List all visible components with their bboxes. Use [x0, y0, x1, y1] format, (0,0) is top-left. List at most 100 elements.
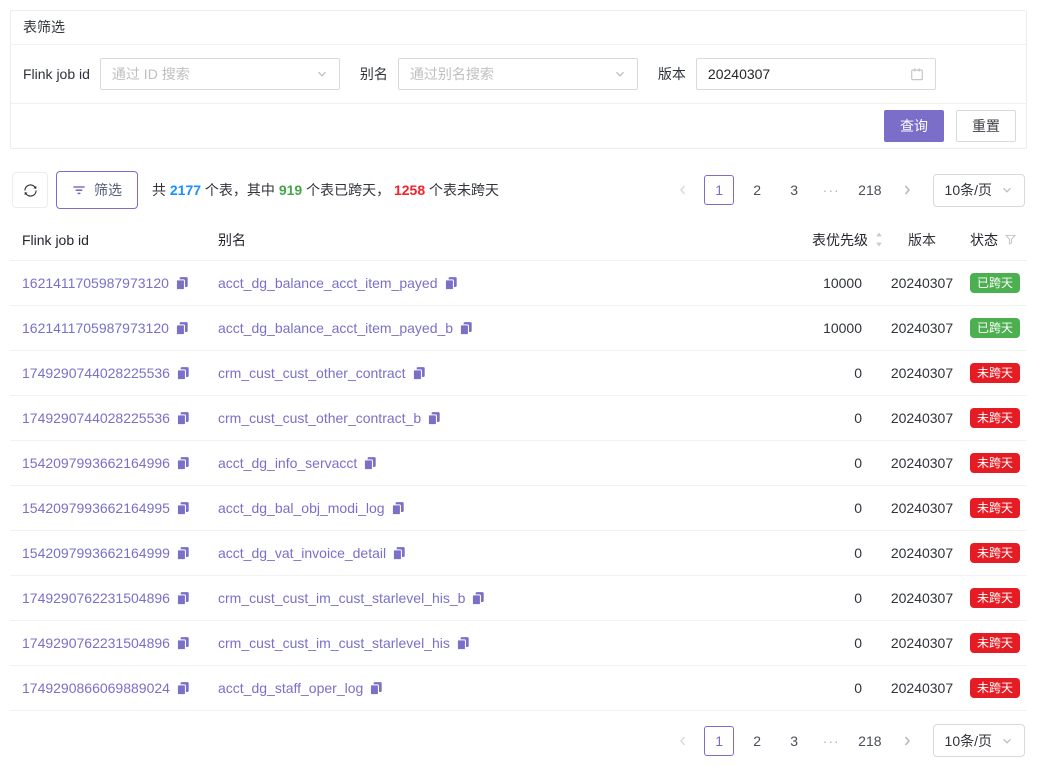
pagination-page-1[interactable]: 1 [704, 726, 734, 756]
not-crossed-count: 1258 [394, 182, 425, 198]
job-id-link[interactable]: 1621411705987973120 [22, 275, 169, 291]
status-badge: 未跨天 [970, 588, 1020, 608]
job-id-link[interactable]: 1749290744028225536 [22, 410, 170, 426]
copy-icon[interactable] [176, 501, 190, 515]
pagination: 123 ··· 218 10条/页 [671, 174, 1025, 207]
column-header-status-label: 状态 [970, 230, 998, 250]
job-id-link[interactable]: 1749290762231504896 [22, 590, 170, 606]
alias-link[interactable]: crm_cust_cust_other_contract [218, 365, 406, 381]
job-id-placeholder: 通过 ID 搜索 [112, 64, 190, 84]
alias-link[interactable]: crm_cust_cust_other_contract_b [218, 410, 421, 426]
copy-icon[interactable] [363, 456, 377, 470]
version-value: 20240307 [884, 410, 960, 426]
stats-text: 个表，其中 [201, 182, 279, 198]
copy-icon[interactable] [176, 546, 190, 560]
pagination: 123 ··· 218 10条/页 [671, 724, 1025, 757]
status-badge: 未跨天 [970, 453, 1020, 473]
version-value: 20240307 [884, 365, 960, 381]
alias-link[interactable]: crm_cust_cust_im_cust_starlevel_his [218, 635, 450, 651]
copy-icon[interactable] [175, 276, 189, 290]
alias-link[interactable]: acct_dg_info_servacct [218, 455, 357, 471]
status-badge: 未跨天 [970, 363, 1020, 383]
status-badge: 未跨天 [970, 543, 1020, 563]
copy-icon[interactable] [176, 636, 190, 650]
chevron-down-icon [1001, 735, 1013, 747]
alias-link[interactable]: acct_dg_balance_acct_item_payed_b [218, 320, 453, 336]
sort-icon[interactable] [874, 231, 884, 248]
page: 表筛选 Flink job id 通过 ID 搜索 别名 通过别名搜索 版本 2… [0, 0, 1037, 767]
column-filter-icon[interactable] [1004, 233, 1017, 246]
stats-text: 个表已跨天， [302, 182, 394, 198]
pagination-page-1[interactable]: 1 [704, 175, 734, 205]
column-header-alias: 别名 [218, 230, 734, 250]
pagination-ellipsis[interactable]: ··· [817, 175, 845, 205]
copy-icon[interactable] [459, 321, 473, 335]
table: Flink job id 别名 表优先级 版本 状态 1621411705987… [10, 219, 1027, 711]
job-id-link[interactable]: 1749290744028225536 [22, 365, 170, 381]
copy-icon[interactable] [176, 591, 190, 605]
pagination-page-3[interactable]: 3 [780, 175, 808, 205]
job-id-link[interactable]: 1749290762231504896 [22, 635, 170, 651]
refresh-icon [23, 183, 38, 198]
pagination-page-218[interactable]: 218 [854, 175, 885, 205]
filter-actions: 查询 重置 [11, 104, 1026, 148]
filter-button[interactable]: 筛选 [56, 171, 138, 209]
pagination-page-2[interactable]: 2 [743, 726, 771, 756]
alias-link[interactable]: acct_dg_staff_oper_log [218, 680, 363, 696]
version-value: 20240307 [884, 455, 960, 471]
table-header: Flink job id 别名 表优先级 版本 状态 [10, 219, 1027, 261]
reset-button[interactable]: 重置 [956, 110, 1016, 142]
copy-icon[interactable] [444, 276, 458, 290]
alias-link[interactable]: acct_dg_balance_acct_item_payed [218, 275, 438, 291]
table-row: 1749290866069889024 acct_dg_staff_oper_l… [10, 666, 1027, 711]
version-date-value: 20240307 [708, 66, 770, 82]
pagination-page-3[interactable]: 3 [780, 726, 808, 756]
copy-icon[interactable] [391, 501, 405, 515]
priority-value: 0 [854, 680, 862, 696]
copy-icon[interactable] [176, 411, 190, 425]
job-id-select[interactable]: 通过 ID 搜索 [100, 58, 340, 90]
copy-icon[interactable] [176, 366, 190, 380]
pagination-prev[interactable] [671, 175, 695, 205]
job-id-link[interactable]: 1542097993662164995 [22, 500, 170, 516]
total-count: 2177 [170, 182, 201, 198]
pagination-ellipsis[interactable]: ··· [817, 726, 845, 756]
status-badge: 未跨天 [970, 678, 1020, 698]
copy-icon[interactable] [412, 366, 426, 380]
table-row: 1621411705987973120 acct_dg_balance_acct… [10, 306, 1027, 351]
column-header-status: 状态 [960, 230, 1027, 250]
job-id-link[interactable]: 1542097993662164999 [22, 545, 170, 561]
job-id-link[interactable]: 1621411705987973120 [22, 320, 169, 336]
chevron-down-icon [1001, 184, 1013, 196]
pagination-page-218[interactable]: 218 [854, 726, 885, 756]
status-badge: 已跨天 [970, 318, 1020, 338]
query-button[interactable]: 查询 [884, 110, 944, 142]
copy-icon[interactable] [176, 681, 190, 695]
copy-icon[interactable] [369, 681, 383, 695]
priority-value: 0 [854, 410, 862, 426]
pagination-page-2[interactable]: 2 [743, 175, 771, 205]
alias-select[interactable]: 通过别名搜索 [398, 58, 638, 90]
alias-link[interactable]: acct_dg_vat_invoice_detail [218, 545, 386, 561]
pagination-next[interactable] [895, 726, 919, 756]
table-row: 1749290744028225536 crm_cust_cust_other_… [10, 351, 1027, 396]
page-size-select[interactable]: 10条/页 [933, 724, 1025, 757]
alias-link[interactable]: acct_dg_bal_obj_modi_log [218, 500, 385, 516]
copy-icon[interactable] [176, 456, 190, 470]
job-id-link[interactable]: 1749290866069889024 [22, 680, 170, 696]
version-date-input[interactable]: 20240307 [696, 58, 936, 90]
job-id-link[interactable]: 1542097993662164996 [22, 455, 170, 471]
priority-value: 10000 [823, 320, 862, 336]
copy-icon[interactable] [427, 411, 441, 425]
alias-link[interactable]: crm_cust_cust_im_cust_starlevel_his_b [218, 590, 465, 606]
refresh-button[interactable] [12, 172, 48, 208]
table-row: 1542097993662164999 acct_dg_vat_invoice_… [10, 531, 1027, 576]
copy-icon[interactable] [392, 546, 406, 560]
copy-icon[interactable] [175, 321, 189, 335]
copy-icon[interactable] [471, 591, 485, 605]
pagination-prev[interactable] [671, 726, 695, 756]
version-value: 20240307 [884, 590, 960, 606]
pagination-next[interactable] [895, 175, 919, 205]
page-size-select[interactable]: 10条/页 [933, 174, 1025, 207]
copy-icon[interactable] [456, 636, 470, 650]
